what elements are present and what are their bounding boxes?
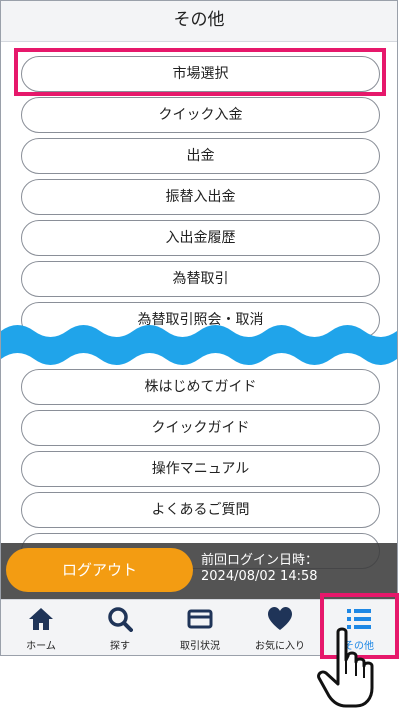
withdrawal-button[interactable]: 出金 [21, 138, 380, 174]
last-login-value: 2024/08/02 14:58 [201, 569, 318, 584]
heart-icon [268, 607, 292, 630]
page-title: その他 [1, 1, 397, 42]
quick-deposit-button[interactable]: クイック入金 [21, 97, 380, 133]
logout-button[interactable]: ログアウト [6, 548, 193, 592]
search-icon [108, 607, 133, 632]
tab-trade-status[interactable]: 取引状況 [160, 600, 240, 655]
card-icon [187, 609, 213, 629]
deposit-history-button[interactable]: 入出金履歴 [21, 220, 380, 256]
app-screen: その他 市場選択 クイック入金 出金 振替入出金 入出金履歴 為替取引 為替取引… [0, 0, 398, 656]
tab-trade-status-label: 取引状況 [180, 641, 220, 652]
faq-button[interactable]: よくあるご質問 [21, 492, 380, 528]
last-login-info: 前回ログイン日時： 2024/08/02 14:58 [201, 553, 318, 585]
last-login-label: 前回ログイン日時： [201, 553, 319, 568]
manual-button[interactable]: 操作マニュアル [21, 451, 380, 487]
tab-search-label: 探す [110, 641, 130, 652]
tab-home[interactable]: ホーム [1, 600, 81, 655]
tab-favorites-label: お気に入り [255, 641, 305, 652]
omission-wave-divider [1, 325, 397, 365]
tab-favorites[interactable]: お気に入り [240, 600, 320, 655]
stock-beginner-guide-button[interactable]: 株はじめてガイド [21, 369, 380, 405]
transfer-button[interactable]: 振替入出金 [21, 179, 380, 215]
highlight-frame-market-select [14, 48, 386, 96]
fx-trade-button[interactable]: 為替取引 [21, 261, 380, 297]
pointing-hand-icon [317, 627, 374, 708]
quick-guide-button[interactable]: クイックガイド [21, 410, 380, 446]
home-icon [29, 608, 53, 630]
tab-home-label: ホーム [26, 641, 56, 652]
tab-search[interactable]: 探す [80, 600, 160, 655]
